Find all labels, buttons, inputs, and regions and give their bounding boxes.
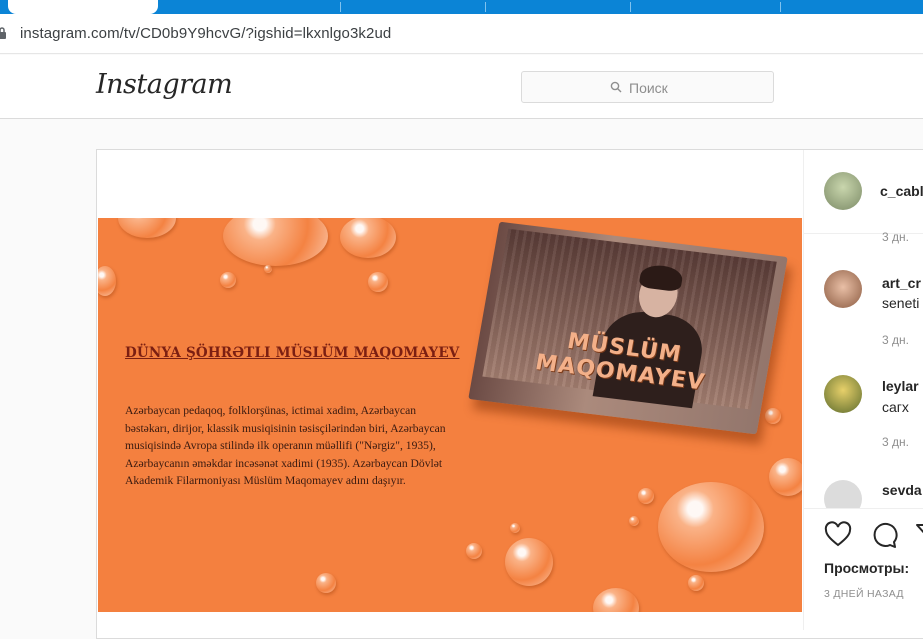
decorative-bubble [769, 458, 802, 496]
decorative-bubble [220, 272, 236, 288]
decorative-bubble [688, 575, 704, 591]
tab-separator [630, 2, 631, 12]
views-label: Просмотры: [824, 560, 910, 576]
comment-username[interactable]: sevda [882, 482, 922, 498]
avatar[interactable] [824, 172, 862, 210]
avatar[interactable] [824, 270, 862, 308]
search-placeholder: Поиск [629, 80, 668, 96]
browser-active-tab[interactable] [8, 0, 158, 14]
lock-icon [0, 27, 6, 39]
url-text[interactable]: instagram.com/tv/CD0b9Y9hcvG/?igshid=lkx… [20, 25, 391, 42]
decorative-bubble [638, 488, 654, 504]
tab-separator [340, 2, 341, 12]
decorative-bubble [466, 543, 482, 559]
owner-username[interactable]: c_cabl [880, 183, 923, 199]
decorative-bubble [658, 482, 764, 572]
decorative-bubble [98, 266, 116, 296]
post-side-panel: c_cabl 3 дн. art_cr seneti 3 дн. leylar … [803, 150, 923, 630]
decorative-bubble [316, 573, 336, 593]
avatar[interactable] [824, 375, 862, 413]
comment-time: 3 дн. [882, 230, 909, 244]
comment-text: seneti [882, 295, 920, 311]
posted-ago: 3 ДНЕЙ НАЗАД [824, 588, 904, 600]
decorative-bubble [264, 265, 272, 273]
decorative-bubble [340, 218, 396, 258]
comment-username[interactable]: leylar [882, 378, 919, 394]
browser-tab-strip [0, 0, 923, 14]
tab-separator [485, 2, 486, 12]
instagram-header: Instagram Поиск [0, 55, 923, 119]
decorative-bubble [593, 588, 639, 612]
share-icon[interactable] [914, 521, 923, 549]
search-icon [610, 81, 622, 93]
address-bar[interactable]: instagram.com/tv/CD0b9Y9hcvG/?igshid=lkx… [0, 14, 923, 54]
slide-title: DÜNYA ŞÖHRƏTLI MÜSLÜM MAQOMAYEV [125, 345, 460, 361]
instagram-logo[interactable]: Instagram [96, 69, 233, 100]
slide-text: Azərbaycan pedaqoq, folklorşünas, ictima… [125, 404, 446, 488]
comment-time: 3 дн. [882, 435, 909, 449]
comment-bubble-icon[interactable] [870, 521, 898, 549]
decorative-bubble [223, 218, 328, 266]
post-owner-row: c_cabl [804, 150, 923, 234]
decorative-bubble [629, 516, 639, 526]
decorative-bubble [510, 523, 520, 533]
slide-photo: MÜSLÜM MAQOMAYEV [468, 221, 788, 435]
decorative-bubble [368, 272, 388, 292]
decorative-bubble [765, 408, 781, 424]
comment-text: сагх [882, 399, 909, 415]
comment-time: 3 дн. [882, 333, 909, 347]
like-heart-icon[interactable] [824, 521, 852, 549]
decorative-bubble [118, 218, 176, 238]
search-input[interactable]: Поиск [521, 71, 774, 103]
tab-separator [780, 2, 781, 12]
post-video-frame[interactable]: DÜNYA ŞÖHRƏTLI MÜSLÜM MAQOMAYEV Azərbayc… [98, 218, 802, 612]
comment-username[interactable]: art_cr [882, 275, 921, 291]
decorative-bubble [505, 538, 553, 586]
